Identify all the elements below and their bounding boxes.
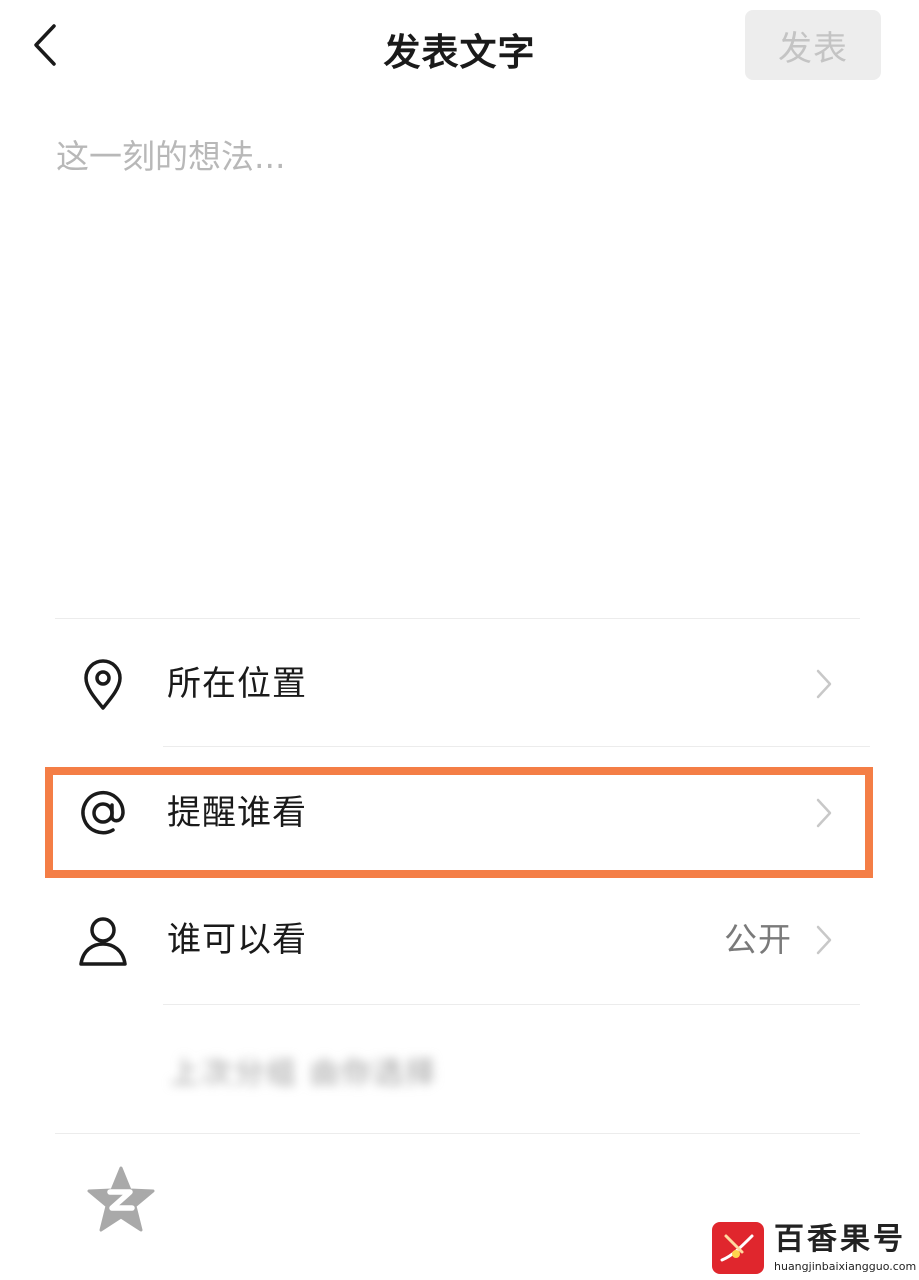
chevron-right-icon xyxy=(816,669,832,699)
visibility-row[interactable]: 谁可以看 公开 xyxy=(55,876,860,1004)
watermark-logo xyxy=(712,1222,764,1274)
remind-who-label: 提醒谁看 xyxy=(167,793,307,833)
watermark: 百香果号 huangjinbaixiangguo.com xyxy=(712,1222,916,1278)
watermark-name: 百香果号 xyxy=(774,1222,906,1257)
location-row[interactable]: 所在位置 xyxy=(55,620,860,748)
watermark-url: huangjinbaixiangguo.com xyxy=(774,1260,917,1273)
location-pin-icon xyxy=(84,659,122,710)
qzone-star-icon xyxy=(87,1166,155,1232)
qzone-share-toggle[interactable] xyxy=(86,1165,156,1235)
divider xyxy=(55,618,860,619)
divider xyxy=(55,1133,860,1134)
divider xyxy=(163,1004,860,1005)
visibility-value: 公开 xyxy=(724,920,792,959)
at-sign-icon xyxy=(81,790,125,835)
thought-input[interactable] xyxy=(56,130,856,570)
person-icon xyxy=(79,917,127,966)
chevron-right-icon xyxy=(816,925,832,955)
blurred-note: 上次分组 由你选择 xyxy=(170,1056,438,1091)
location-label: 所在位置 xyxy=(167,664,307,704)
publish-button[interactable]: 发表 xyxy=(745,10,881,80)
chevron-right-icon xyxy=(816,798,832,828)
visibility-label: 谁可以看 xyxy=(167,920,307,960)
remind-who-row[interactable]: 提醒谁看 xyxy=(55,749,860,877)
